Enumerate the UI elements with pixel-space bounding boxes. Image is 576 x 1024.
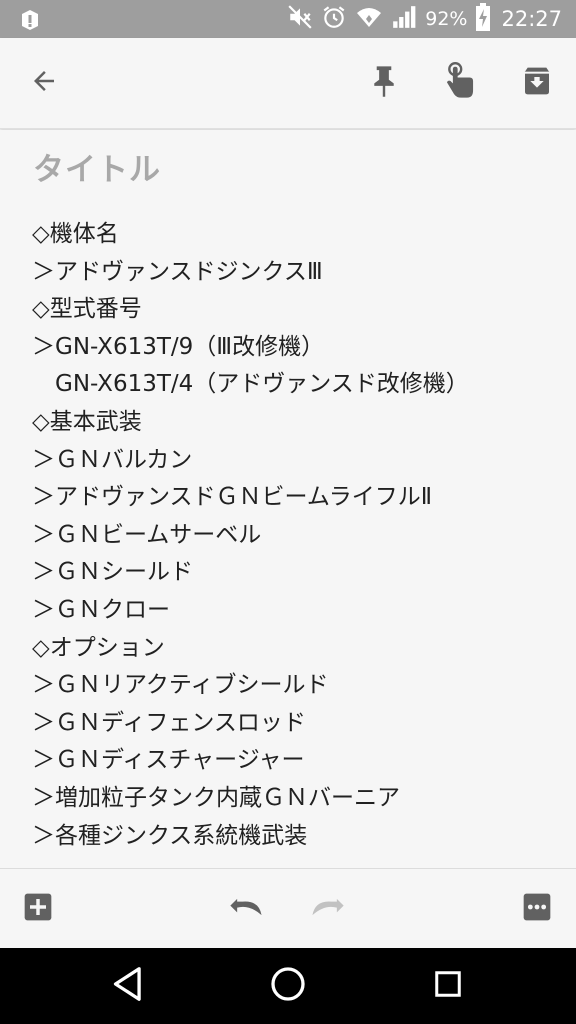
nav-back-icon	[111, 966, 145, 1006]
back-button[interactable]	[21, 60, 67, 106]
note-line: ◇基本武装	[32, 408, 142, 435]
note-line: ＞ＧＮリアクティブシールド	[32, 672, 329, 699]
battery-charging-icon	[475, 3, 491, 35]
undo-icon	[229, 892, 267, 926]
note-line: ＞アドヴァンスドＧＮビームライフルⅡ	[32, 484, 433, 511]
nav-back-button[interactable]	[104, 962, 152, 1010]
nav-home-button[interactable]	[264, 962, 312, 1010]
archive-button[interactable]	[514, 60, 560, 106]
nav-recents-icon	[433, 969, 463, 1003]
note-line: ◇機体名	[32, 221, 119, 247]
bottom-toolbar	[0, 868, 576, 949]
note-line: ＞各種ジンクス系統機武装	[32, 822, 308, 849]
mute-icon	[287, 4, 313, 34]
undo-button[interactable]	[228, 889, 268, 929]
note-line: ＞ＧＮディフェンスロッド	[32, 709, 306, 736]
note-line: ＞アドヴァンスドジンクスⅢ	[32, 258, 323, 285]
redo-button[interactable]	[306, 889, 346, 929]
note-line: ＞ＧＮシールド	[32, 559, 193, 586]
reminder-hand-icon	[443, 62, 477, 104]
note-toolbar	[0, 38, 576, 129]
redo-icon	[307, 892, 345, 926]
note-line: ＞ＧＮバルカン	[32, 446, 193, 473]
note-line: ＞増加粒子タンク内蔵ＧＮバーニア	[32, 784, 400, 811]
note-line: ◇型式番号	[32, 296, 142, 323]
reminder-button[interactable]	[437, 60, 483, 106]
pin-button[interactable]	[361, 60, 407, 106]
note-line: ＞ＧＮディスチャージャー	[32, 747, 305, 774]
note-body-text[interactable]: ◇機体名 ＞アドヴァンスドジンクスⅢ ◇型式番号 ＞GN-X613T/9（Ⅲ改修機） …	[32, 216, 562, 855]
back-arrow-icon	[29, 66, 59, 100]
alarm-icon	[321, 4, 347, 34]
note-line: ＞ＧＮクロー	[32, 596, 170, 623]
notification-icon	[18, 8, 42, 36]
note-line: ＞ＧＮビームサーベル	[32, 521, 262, 548]
archive-icon	[521, 65, 553, 101]
more-options-button[interactable]	[517, 889, 557, 929]
signal-icon	[391, 4, 417, 34]
note-line: ＞GN-X613T/9（Ⅲ改修機）	[32, 333, 325, 360]
note-line: GN-X613T/4（アドヴァンスド改修機）	[32, 371, 469, 398]
navigation-bar	[0, 948, 576, 1024]
status-bar: 92% 22:27	[0, 0, 576, 38]
nav-home-icon	[270, 966, 306, 1006]
note-line: ◇オプション	[32, 634, 165, 661]
note-title-field[interactable]: タイトル	[33, 144, 161, 189]
wifi-icon	[355, 5, 383, 33]
nav-recents-button[interactable]	[424, 962, 472, 1010]
more-icon	[521, 891, 553, 927]
clock: 22:27	[501, 7, 562, 31]
battery-percent: 92%	[425, 8, 468, 30]
add-button[interactable]	[18, 889, 58, 929]
add-box-icon	[22, 891, 54, 927]
pin-icon	[369, 64, 399, 102]
